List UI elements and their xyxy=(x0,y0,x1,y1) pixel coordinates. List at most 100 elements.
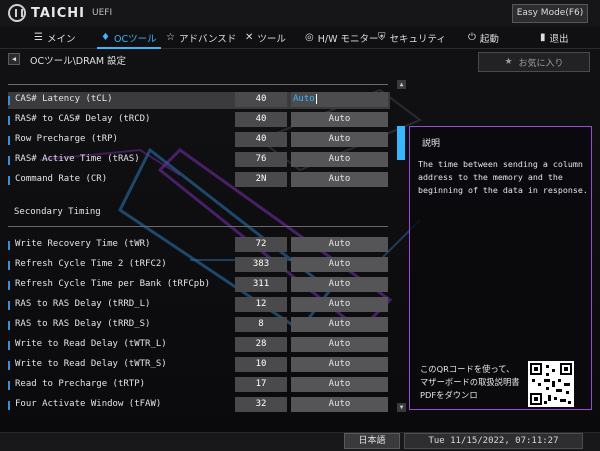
setting-row-tfaw[interactable]: Four Activate Window (tFAW) 32 Auto xyxy=(8,397,390,414)
setting-row-twtr-l[interactable]: Write to Read Delay (tWTR_L) 28 Auto xyxy=(8,337,390,354)
title-bar: TAICHI UEFI Easy Mode(F6) xyxy=(0,0,600,26)
row-marker xyxy=(8,136,10,145)
row-marker xyxy=(8,116,10,125)
datetime-display: Tue 11/15/2022, 07:11:27 xyxy=(404,433,583,449)
setting-current-value: 10 xyxy=(235,357,287,372)
brand-logo: TAICHI UEFI xyxy=(8,4,112,22)
row-marker xyxy=(8,261,10,270)
tab-tools-label: ツール xyxy=(257,33,286,45)
setting-label: Refresh Cycle Time 2 (tRFC2) xyxy=(15,259,167,269)
setting-current-value: 76 xyxy=(235,152,287,167)
setting-label: Refresh Cycle Time per Bank (tRFCpb) xyxy=(15,279,211,289)
setting-current-value: 383 xyxy=(235,257,287,272)
setting-current-value: 32 xyxy=(235,397,287,412)
easy-mode-button[interactable]: Easy Mode(F6) xyxy=(512,4,588,23)
setting-input-text: Auto xyxy=(293,94,315,104)
setting-current-value: 8 xyxy=(235,317,287,332)
setting-current-value: 28 xyxy=(235,337,287,352)
tab-security-label: セキュリティ xyxy=(389,33,446,45)
setting-row-trfcpb[interactable]: Refresh Cycle Time per Bank (tRFCpb) 311… xyxy=(8,277,390,294)
tab-advanced[interactable]: ☆ アドバンスド xyxy=(166,27,236,48)
tab-exit-label: 退出 xyxy=(549,33,569,45)
tab-boot[interactable]: ⏻ 起動 xyxy=(468,27,499,48)
exit-icon: ▮ xyxy=(540,31,546,43)
setting-input[interactable]: Auto xyxy=(291,257,388,272)
setting-row-trrd-s[interactable]: RAS to RAS Delay (tRRD_S) 8 Auto xyxy=(8,317,390,334)
setting-label: Four Activate Window (tFAW) xyxy=(15,399,162,409)
setting-label: Row Precharge (tRP) xyxy=(15,134,118,144)
row-marker xyxy=(8,401,10,410)
setting-current-value: 40 xyxy=(235,132,287,147)
qr-code-icon xyxy=(528,361,574,407)
row-marker xyxy=(8,321,10,330)
tab-boot-label: 起動 xyxy=(479,33,499,45)
monitor-icon: ◎ xyxy=(305,31,314,43)
description-panel: 説明 The time between sending a column add… xyxy=(409,126,592,410)
setting-row-twr[interactable]: Write Recovery Time (tWR) 72 Auto xyxy=(8,237,390,254)
row-marker xyxy=(8,341,10,350)
divider xyxy=(8,84,388,85)
power-icon: ⏻ xyxy=(468,31,476,43)
scrollbar-thumb[interactable] xyxy=(397,126,405,160)
taichi-logo-icon xyxy=(8,4,26,22)
qr-caption: このQRコードを使って、マザーボードの取扱説明書PDFをダウンロ xyxy=(420,364,520,400)
favorite-label: お気に入り xyxy=(518,58,564,69)
setting-input[interactable]: Auto xyxy=(291,277,388,292)
setting-input[interactable]: Auto xyxy=(291,92,388,107)
setting-row-twtr-s[interactable]: Write to Read Delay (tWTR_S) 10 Auto xyxy=(8,357,390,374)
setting-label: RAS# to CAS# Delay (tRCD) xyxy=(15,114,151,124)
setting-row-trfc2[interactable]: Refresh Cycle Time 2 (tRFC2) 383 Auto xyxy=(8,257,390,274)
scroll-down-button[interactable]: ▼ xyxy=(397,403,406,412)
setting-input[interactable]: Auto xyxy=(291,172,388,187)
setting-label: CAS# Latency (tCL) xyxy=(15,94,113,104)
setting-input[interactable]: Auto xyxy=(291,317,388,332)
setting-row-trrd-l[interactable]: RAS to RAS Delay (tRRD_L) 12 Auto xyxy=(8,297,390,314)
tab-exit[interactable]: ▮ 退出 xyxy=(540,27,569,48)
tab-hw-monitor[interactable]: ◎ H/W モニター xyxy=(305,27,379,48)
tab-main[interactable]: ☰ メイン xyxy=(34,27,75,48)
row-marker xyxy=(8,361,10,370)
setting-input[interactable]: Auto xyxy=(291,397,388,412)
setting-current-value: 2N xyxy=(235,172,287,187)
row-marker xyxy=(8,301,10,310)
setting-input[interactable]: Auto xyxy=(291,112,388,127)
language-button[interactable]: 日本語 xyxy=(344,433,400,449)
scroll-up-button[interactable]: ▲ xyxy=(397,80,406,89)
shield-icon: ⛨ xyxy=(378,31,386,43)
setting-row-trcd[interactable]: RAS# to CAS# Delay (tRCD) 40 Auto xyxy=(8,112,390,129)
tab-oc-tweaker[interactable]: ♦ OCツール xyxy=(97,27,161,49)
row-marker xyxy=(8,96,10,105)
setting-row-tras[interactable]: RAS# Active Time (tRAS) 76 Auto xyxy=(8,152,390,169)
setting-label: RAS to RAS Delay (tRRD_L) xyxy=(15,299,151,309)
setting-current-value: 311 xyxy=(235,277,287,292)
section-title: Secondary Timing xyxy=(14,207,101,217)
back-button[interactable]: ◀ xyxy=(8,53,20,65)
setting-input[interactable]: Auto xyxy=(291,337,388,352)
text-cursor xyxy=(315,93,317,104)
setting-input[interactable]: Auto xyxy=(291,237,388,252)
setting-input[interactable]: Auto xyxy=(291,357,388,372)
setting-row-tcl[interactable]: CAS# Latency (tCL) 40 Auto xyxy=(8,92,390,109)
star-icon: ★ xyxy=(504,57,513,67)
brand-sub: UEFI xyxy=(92,8,113,18)
setting-input[interactable]: Auto xyxy=(291,152,388,167)
setting-row-cr[interactable]: Command Rate (CR) 2N Auto xyxy=(8,172,390,189)
description-title: 説明 xyxy=(422,139,441,149)
divider xyxy=(8,226,388,227)
setting-input[interactable]: Auto xyxy=(291,297,388,312)
favorite-button[interactable]: ★ お気に入り xyxy=(478,52,590,72)
setting-label: Write to Read Delay (tWTR_L) xyxy=(15,339,167,349)
brand-name: TAICHI xyxy=(31,5,86,21)
description-body: The time between sending a column addres… xyxy=(418,159,588,195)
setting-input[interactable]: Auto xyxy=(291,377,388,392)
setting-current-value: 40 xyxy=(235,92,287,107)
setting-label: RAS# Active Time (tRAS) xyxy=(15,154,140,164)
tab-security[interactable]: ⛨ セキュリティ xyxy=(378,27,446,48)
setting-input[interactable]: Auto xyxy=(291,132,388,147)
tab-hw-label: H/W モニター xyxy=(317,33,379,45)
setting-row-trtp[interactable]: Read to Precharge (tRTP) 17 Auto xyxy=(8,377,390,394)
breadcrumb: OCツール\DRAM 設定 xyxy=(30,56,127,67)
setting-row-trp[interactable]: Row Precharge (tRP) 40 Auto xyxy=(8,132,390,149)
tab-tools[interactable]: ✕ ツール xyxy=(245,27,286,48)
row-marker xyxy=(8,176,10,185)
